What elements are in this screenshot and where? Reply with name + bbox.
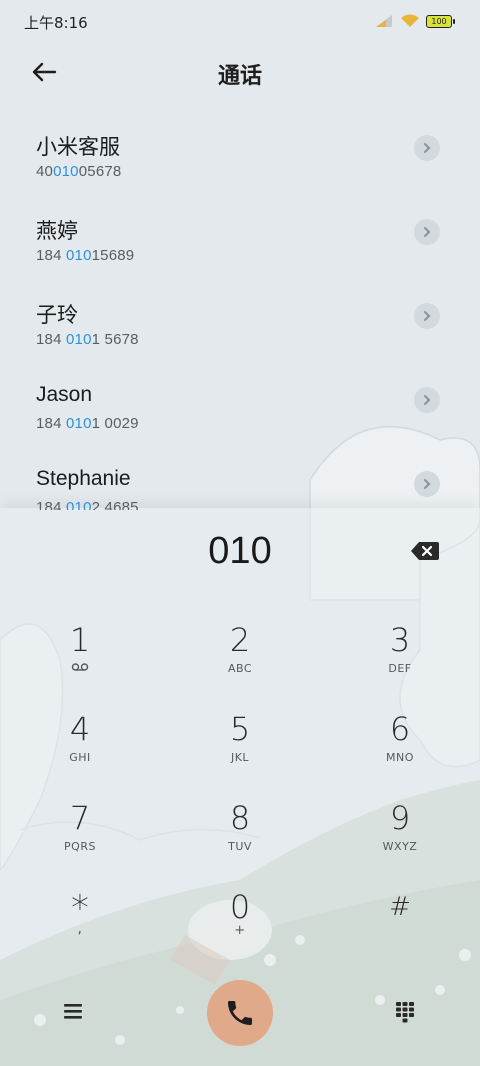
contact-number: 184 0101 0029: [36, 415, 139, 432]
backspace-icon[interactable]: [410, 540, 440, 562]
key-7[interactable]: 7 PQRS: [20, 798, 140, 878]
clock: 上午8:16: [24, 14, 88, 32]
call-button[interactable]: [207, 980, 273, 1046]
menu-icon[interactable]: [58, 996, 88, 1026]
chevron-right-icon: [424, 395, 431, 405]
wifi-icon: [401, 14, 419, 27]
status-icons: 100: [374, 14, 455, 28]
key-star[interactable]: * ,: [20, 887, 140, 967]
chevron-right-icon: [424, 311, 431, 321]
contact-name: 小米客服: [36, 136, 120, 159]
key-5[interactable]: 5 JKL: [180, 709, 300, 789]
key-9[interactable]: 9 WXYZ: [340, 798, 460, 878]
page-title: 通话: [217, 64, 262, 89]
dialed-number: 010: [208, 530, 272, 572]
contact-number: 184 01015689: [36, 247, 135, 264]
contact-name: Jason: [36, 383, 93, 406]
contact-detail-button[interactable]: [414, 471, 440, 497]
key-0[interactable]: 0 +: [180, 887, 300, 967]
contact-number: 184 0101 5678: [36, 331, 139, 348]
contact-row[interactable]: 子玲 184 0101 5678: [0, 273, 480, 357]
contact-detail-button[interactable]: [414, 387, 440, 413]
phone-icon: [228, 1001, 252, 1025]
contact-name: 燕婷: [36, 220, 78, 243]
key-3[interactable]: 3 DEF: [340, 620, 460, 700]
keypad-icon[interactable]: [390, 996, 420, 1026]
app-header: 通话: [0, 44, 480, 100]
chevron-right-icon: [424, 143, 431, 153]
status-bar: 上午8:16 100: [0, 0, 480, 44]
contact-row[interactable]: Stephanie 184 0102 4685: [0, 441, 480, 510]
key-4[interactable]: 4 GHI: [20, 709, 140, 789]
contact-detail-button[interactable]: [414, 135, 440, 161]
contact-row[interactable]: 小米客服 4001005678: [0, 105, 480, 189]
contact-detail-button[interactable]: [414, 303, 440, 329]
battery-icon: 100: [426, 14, 455, 28]
voicemail-icon: [71, 663, 89, 671]
contact-row[interactable]: Jason 184 0101 0029: [0, 357, 480, 441]
contact-name: 子玲: [36, 304, 78, 327]
signal-icon: [376, 15, 392, 27]
contact-name: Stephanie: [36, 467, 131, 490]
contact-row[interactable]: 燕婷 184 01015689: [0, 189, 480, 273]
key-6[interactable]: 6 MNO: [340, 709, 460, 789]
contact-results-list: 小米客服 4001005678 燕婷 184 01015689 子玲 184 0…: [0, 105, 480, 510]
key-hash[interactable]: #: [340, 887, 460, 967]
key-1[interactable]: 1: [20, 620, 140, 700]
chevron-right-icon: [424, 227, 431, 237]
contact-detail-button[interactable]: [414, 219, 440, 245]
key-2[interactable]: 2 ABC: [180, 620, 300, 700]
dialpad: 010 1 2 ABC 3 DEF 4 GHI 5 JKL 6 MNO 7 PQ…: [0, 508, 480, 1066]
contact-number: 4001005678: [36, 163, 122, 180]
chevron-right-icon: [424, 479, 431, 489]
key-8[interactable]: 8 TUV: [180, 798, 300, 878]
